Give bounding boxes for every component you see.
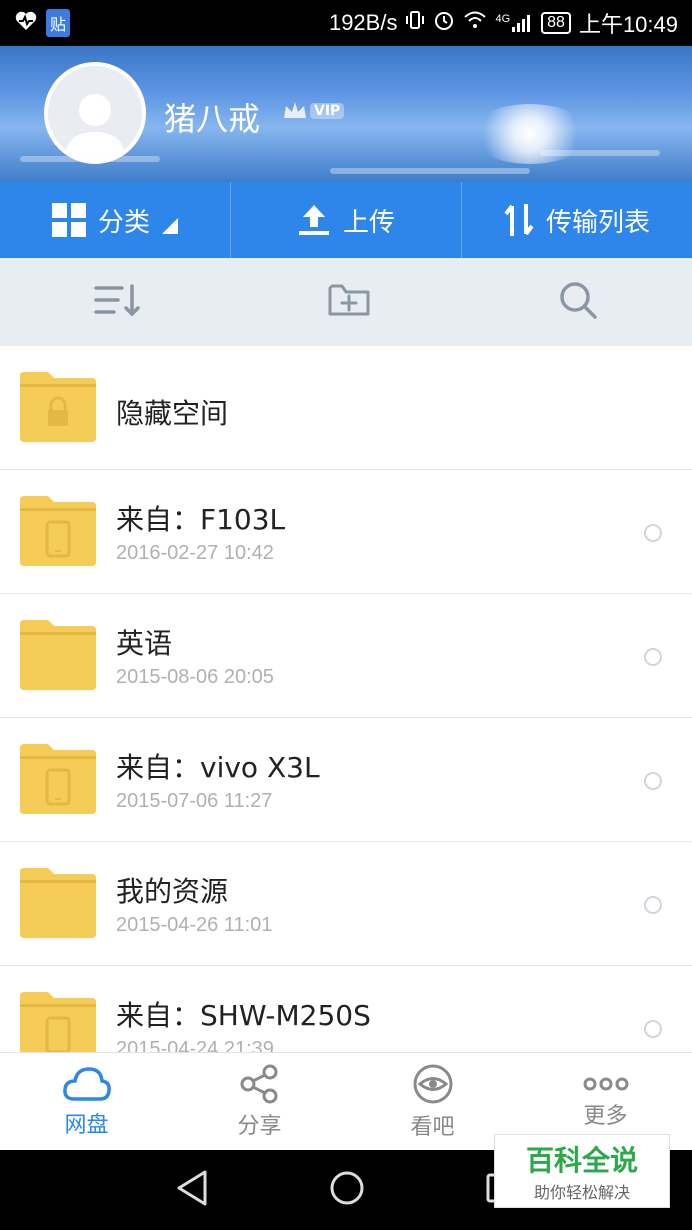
signal-icon: 4G <box>495 13 533 33</box>
share-icon <box>240 1064 277 1104</box>
file-date: 2015-08-06 20:05 <box>116 666 274 688</box>
upload-icon <box>298 205 329 235</box>
file-name: 我的资源 <box>116 875 229 908</box>
file-date: 2015-07-06 11:27 <box>116 790 273 812</box>
back-icon[interactable] <box>175 1170 209 1210</box>
file-name: 来自：F103L <box>116 503 286 536</box>
header-wave <box>540 150 660 156</box>
select-radio[interactable] <box>644 896 662 914</box>
transfer-list-label: 传输列表 <box>545 207 650 238</box>
transfer-icon <box>504 204 534 236</box>
health-icon <box>14 10 38 36</box>
vip-label: VIP <box>310 103 345 119</box>
file-date: 2015-04-26 11:01 <box>116 914 273 936</box>
transfer-list-button[interactable]: 传输列表 <box>462 182 692 258</box>
avatar[interactable] <box>44 62 146 164</box>
select-radio[interactable] <box>644 648 662 666</box>
eye-icon <box>413 1064 452 1104</box>
select-radio[interactable] <box>644 524 662 542</box>
list-item[interactable]: 英语 2015-08-06 20:05 <box>0 594 692 718</box>
device-folder-icon <box>20 992 96 1052</box>
nav-netdisk[interactable]: 网盘 <box>0 1053 173 1151</box>
device-folder-icon <box>20 744 96 814</box>
nav-label: 更多 <box>583 1104 628 1129</box>
crown-icon <box>284 102 306 118</box>
home-icon[interactable] <box>329 1170 365 1210</box>
alarm-icon <box>433 9 455 37</box>
grid-icon <box>51 203 86 237</box>
folder-icon <box>20 620 96 690</box>
search-icon[interactable] <box>558 280 598 324</box>
list-item[interactable]: 来自：vivo X3L 2015-07-06 11:27 <box>0 718 692 842</box>
nav-label: 看吧 <box>410 1115 455 1140</box>
folder-icon <box>20 868 96 938</box>
nav-label: 分享 <box>237 1114 282 1139</box>
upload-button[interactable]: 上传 <box>231 182 462 258</box>
watermark: 百科全说 助你轻松解决 <box>494 1134 670 1208</box>
vip-badge[interactable]: VIP <box>282 100 345 122</box>
list-item[interactable]: 来自：F103L 2016-02-27 10:42 <box>0 470 692 594</box>
file-list: 隐藏空间 来自：F103L 2016-02-27 10:42 英语 2015-0… <box>0 346 692 1052</box>
more-icon <box>583 1077 628 1091</box>
file-name: 隐藏空间 <box>116 397 229 430</box>
device-folder-icon <box>20 496 96 566</box>
locked-folder-icon <box>20 372 96 442</box>
top-action-bar: 分类 上传 传输列表 <box>0 182 692 258</box>
file-date: 2015-04-24 21:39 <box>116 1038 274 1052</box>
dropdown-triangle-icon <box>162 218 178 234</box>
file-name: 来自：SHW-M250S <box>116 999 371 1032</box>
sort-icon[interactable] <box>94 282 140 322</box>
watermark-title: 百科全说 <box>525 1144 638 1177</box>
list-item[interactable]: 来自：SHW-M250S 2015-04-24 21:39 <box>0 966 692 1052</box>
watermark-subtitle: 助你轻松解决 <box>533 1183 630 1202</box>
file-name: 来自：vivo X3L <box>116 751 320 784</box>
category-button[interactable]: 分类 <box>0 182 231 258</box>
file-date: 2016-02-27 10:42 <box>116 542 274 564</box>
file-name: 英语 <box>116 627 173 660</box>
category-label: 分类 <box>97 207 150 238</box>
clock: 上午10:49 <box>578 12 678 37</box>
list-item-hidden-space[interactable]: 隐藏空间 <box>0 346 692 470</box>
username[interactable]: 猪八戒 <box>164 94 260 140</box>
header-wave <box>330 168 530 174</box>
nav-share[interactable]: 分享 <box>173 1053 346 1151</box>
notification-badge: 贴 <box>46 9 71 37</box>
status-bar: 贴 192B/s 4G 88 上午10:49 <box>0 0 692 46</box>
vibrate-icon <box>405 9 425 37</box>
cloud-icon <box>62 1067 111 1101</box>
nav-label: 网盘 <box>64 1113 109 1138</box>
avatar-placeholder-icon <box>65 94 125 160</box>
new-folder-icon[interactable] <box>328 282 370 322</box>
file-toolbar <box>0 258 692 346</box>
wifi-icon <box>463 10 487 36</box>
select-radio[interactable] <box>644 772 662 790</box>
profile-header: 猪八戒 VIP <box>0 46 692 182</box>
network-speed: 192B/s <box>328 10 398 35</box>
battery-indicator: 88 <box>541 12 571 34</box>
select-radio[interactable] <box>644 1020 662 1038</box>
list-item[interactable]: 我的资源 2015-04-26 11:01 <box>0 842 692 966</box>
upload-label: 上传 <box>342 207 395 238</box>
